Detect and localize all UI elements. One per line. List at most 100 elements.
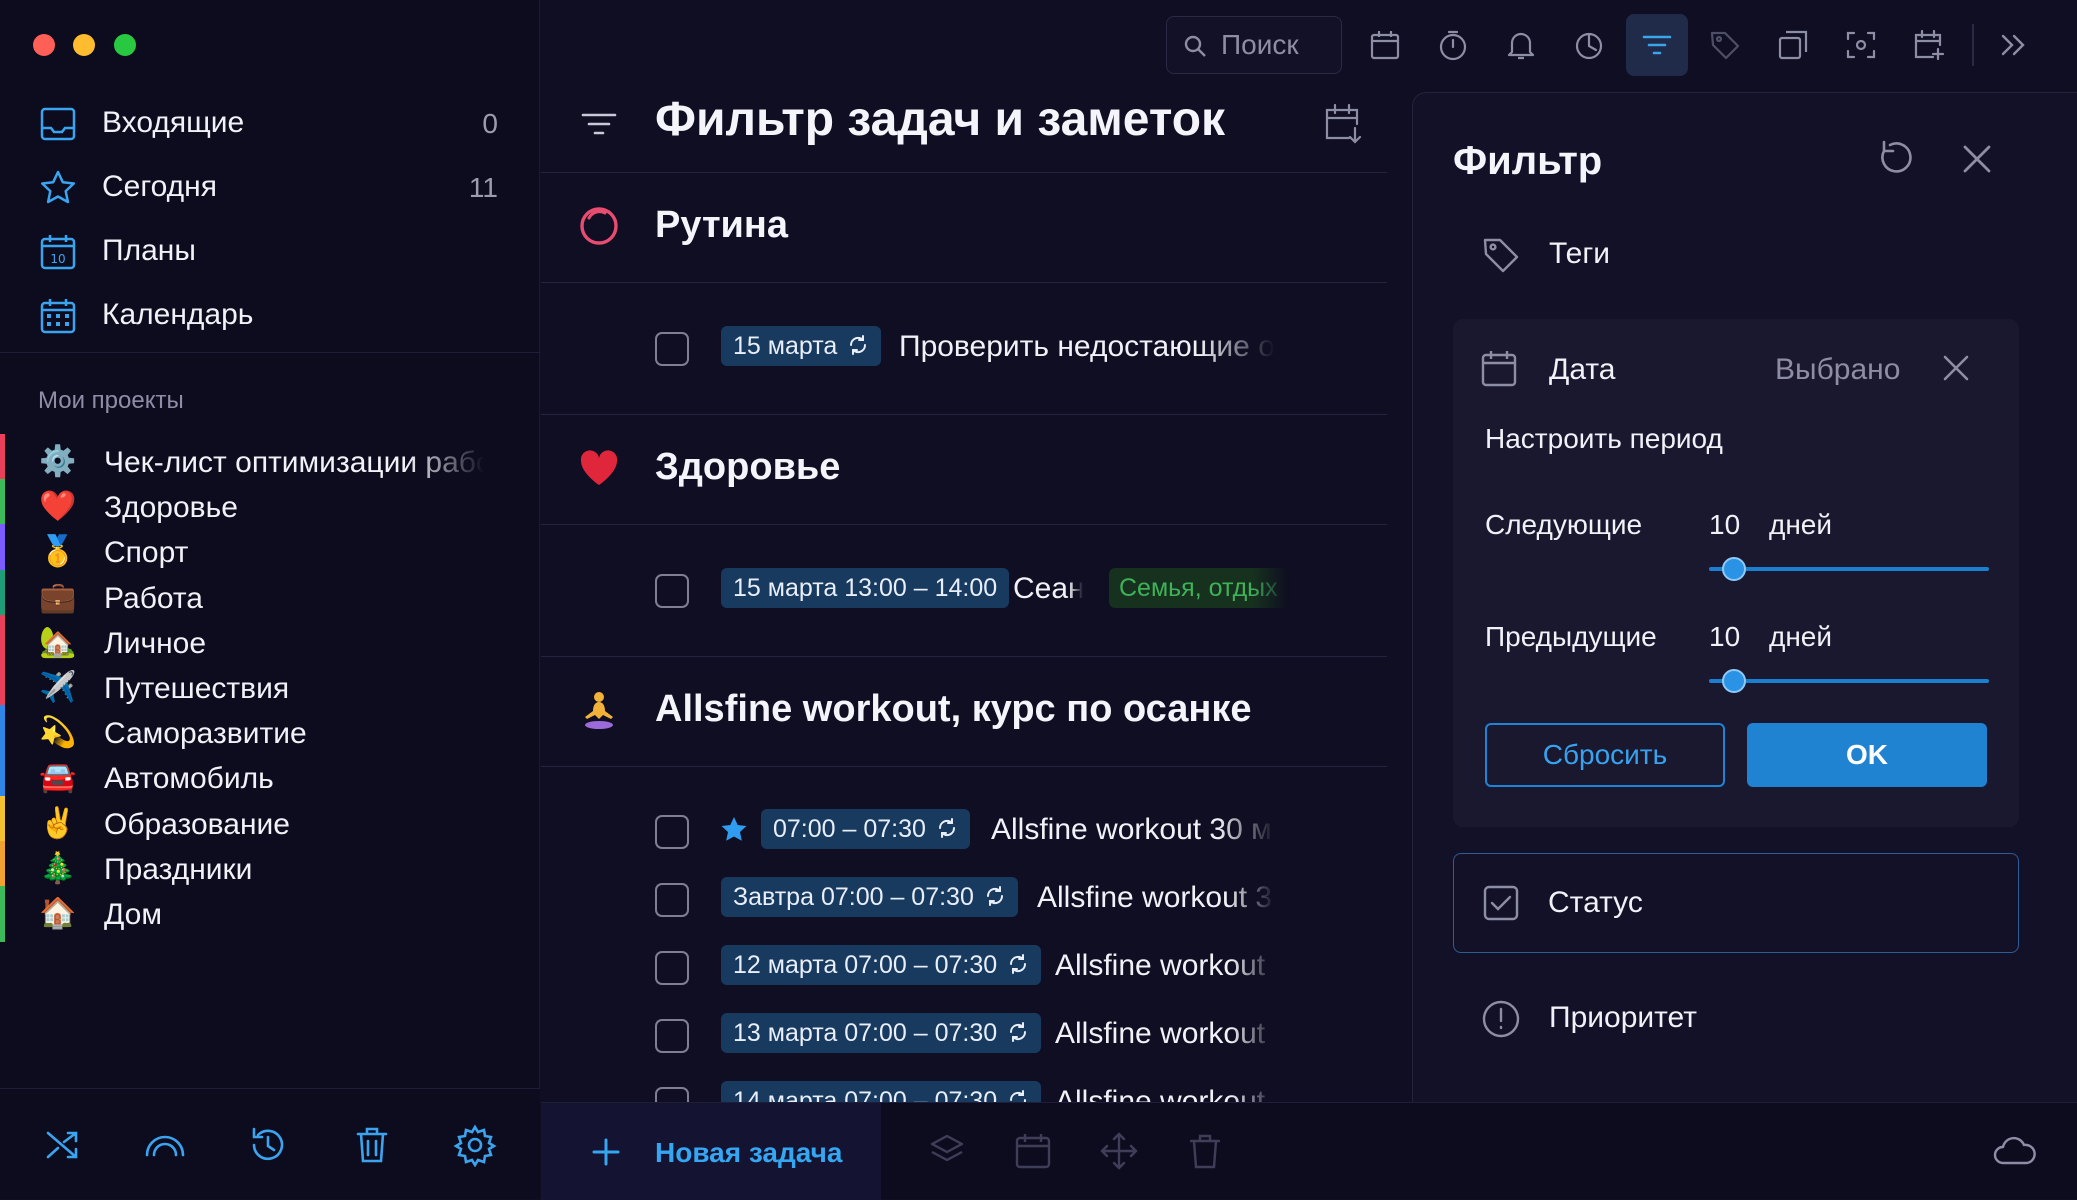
next-unit: дней bbox=[1769, 509, 1833, 540]
task-checkbox[interactable] bbox=[655, 815, 689, 849]
project-emoji-icon: 🏡 bbox=[39, 625, 77, 660]
task-checkbox[interactable] bbox=[655, 574, 689, 608]
ok-button[interactable]: OK bbox=[1747, 723, 1987, 787]
filter-row-priority[interactable]: Приоритет bbox=[1413, 979, 1993, 1055]
date-chip-label: 14 марта 07:00 – 07:30 bbox=[733, 1087, 998, 1102]
pomodoro-icon[interactable] bbox=[1558, 14, 1620, 76]
task-checkbox[interactable] bbox=[655, 332, 689, 366]
settings-icon[interactable] bbox=[453, 1123, 497, 1167]
close-filter-icon[interactable] bbox=[1959, 141, 1995, 177]
window-close-button[interactable] bbox=[33, 34, 55, 56]
export-icon[interactable] bbox=[1762, 14, 1824, 76]
task-row[interactable]: 15 марта Проверить недостающие о bbox=[541, 322, 1387, 378]
slider-thumb[interactable] bbox=[1722, 669, 1746, 693]
window-zoom-button[interactable] bbox=[114, 34, 136, 56]
task-row[interactable]: 07:00 – 07:30 Allsfine workout 30 м bbox=[541, 805, 1387, 861]
more-icon[interactable] bbox=[1982, 14, 2044, 76]
timer-icon[interactable] bbox=[1422, 14, 1484, 76]
toolbar-divider bbox=[1972, 24, 1974, 66]
date-chip[interactable]: 15 марта bbox=[721, 326, 882, 366]
svg-text:10: 10 bbox=[50, 252, 65, 266]
task-checkbox[interactable] bbox=[655, 951, 689, 985]
sidebar: Входящие 0 Сегодня 11 10 Планы Календарь… bbox=[0, 0, 540, 1199]
calendar-sort-icon[interactable] bbox=[1323, 102, 1363, 146]
group-divider bbox=[541, 282, 1387, 283]
nav-item-today[interactable]: Сегодня 11 bbox=[0, 156, 540, 220]
trash-icon[interactable] bbox=[1185, 1131, 1225, 1171]
task-title: Allsfine workout bbox=[1055, 1017, 1266, 1050]
date-chip[interactable]: Завтра 07:00 – 07:30 bbox=[721, 877, 1018, 917]
filter-panel: Фильтр Теги Дата Выбрано Настроить перио… bbox=[1412, 92, 2077, 1102]
prev-unit: дней bbox=[1769, 621, 1833, 652]
task-row[interactable]: 14 марта 07:00 – 07:30 Allsfine workout bbox=[541, 1077, 1387, 1102]
checkbox-icon bbox=[1482, 884, 1520, 922]
date-chip[interactable]: 14 марта 07:00 – 07:30 bbox=[721, 1081, 1042, 1102]
task-checkbox[interactable] bbox=[655, 1087, 689, 1102]
project-label: Чек-лист оптимизации работы bbox=[104, 446, 484, 479]
filter-row-tags[interactable]: Теги bbox=[1413, 215, 1993, 291]
project-label: Работа bbox=[104, 582, 203, 615]
nav-label: Сегодня bbox=[102, 170, 217, 203]
focus-icon[interactable] bbox=[1830, 14, 1892, 76]
project-emoji-icon: 🥇 bbox=[39, 534, 77, 569]
date-chip[interactable]: 13 марта 07:00 – 07:30 bbox=[721, 1013, 1042, 1053]
project-emoji-icon: 💫 bbox=[39, 715, 77, 750]
task-row[interactable]: Завтра 07:00 – 07:30 Allsfine workout 3 bbox=[541, 873, 1387, 929]
history-icon[interactable] bbox=[246, 1123, 290, 1167]
task-list-panel: Фильтр задач и заметок Рутина 15 марта П… bbox=[541, 0, 1387, 1102]
date-chip[interactable]: 15 марта 13:00 – 14:00 bbox=[721, 568, 1010, 608]
task-row[interactable]: 13 марта 07:00 – 07:30 Allsfine workout bbox=[541, 1009, 1387, 1065]
project-item[interactable]: 🏠 Дом bbox=[0, 886, 540, 942]
shuffle-icon[interactable] bbox=[40, 1123, 84, 1167]
routine-circle-icon bbox=[577, 204, 621, 248]
window-minimize-button[interactable] bbox=[73, 34, 95, 56]
filter-icon[interactable] bbox=[1626, 14, 1688, 76]
move-icon[interactable] bbox=[1099, 1131, 1139, 1171]
repeat-icon bbox=[1007, 1089, 1029, 1102]
add-calendar-icon[interactable] bbox=[1898, 14, 1960, 76]
clear-date-icon[interactable] bbox=[1941, 353, 1971, 383]
date-chip[interactable]: 07:00 – 07:30 bbox=[761, 809, 970, 849]
bell-icon[interactable] bbox=[1490, 14, 1552, 76]
task-title: Сеан bbox=[1013, 572, 1083, 605]
rainbow-icon[interactable] bbox=[143, 1123, 187, 1167]
filter-row-status[interactable]: Статус bbox=[1453, 853, 2019, 953]
nav-item-inbox[interactable]: Входящие 0 bbox=[0, 92, 540, 156]
next-days-slider[interactable] bbox=[1709, 555, 1989, 583]
bottom-action-bar: Новая задача bbox=[541, 1102, 2077, 1200]
task-checkbox[interactable] bbox=[655, 1019, 689, 1053]
project-label: Путешествия bbox=[104, 672, 290, 705]
filter-label: Теги bbox=[1549, 237, 1611, 270]
task-row[interactable]: 12 марта 07:00 – 07:30 Allsfine workout bbox=[541, 941, 1387, 997]
nav-item-calendar[interactable]: Календарь bbox=[0, 284, 540, 348]
repeat-icon bbox=[936, 817, 958, 839]
task-checkbox[interactable] bbox=[655, 883, 689, 917]
calendar-icon[interactable] bbox=[1013, 1131, 1053, 1171]
nav-count: 0 bbox=[482, 108, 498, 139]
project-label: Праздники bbox=[104, 853, 253, 886]
reset-filter-icon[interactable] bbox=[1875, 139, 1915, 179]
sidebar-divider bbox=[0, 352, 540, 353]
nav-item-plans[interactable]: 10 Планы bbox=[0, 220, 540, 284]
project-color-bar bbox=[0, 886, 5, 942]
sort-icon[interactable] bbox=[579, 106, 619, 146]
project-label: Автомобиль bbox=[104, 762, 274, 795]
cloud-icon[interactable] bbox=[1993, 1131, 2037, 1171]
date-filter-section: Дата Выбрано Настроить период Следующие … bbox=[1453, 319, 2019, 827]
reset-button[interactable]: Сбросить bbox=[1485, 723, 1725, 787]
trash-icon[interactable] bbox=[350, 1123, 394, 1167]
task-row[interactable]: 15 марта 13:00 – 14:00 Сеан Семья, отдых bbox=[541, 564, 1387, 620]
project-emoji-icon: ✌️ bbox=[39, 806, 77, 841]
filter-label: Приоритет bbox=[1549, 1001, 1697, 1034]
plus-icon bbox=[591, 1137, 621, 1167]
layers-icon[interactable] bbox=[927, 1131, 967, 1171]
tag-icon[interactable] bbox=[1694, 14, 1756, 76]
new-task-button[interactable]: Новая задача bbox=[541, 1103, 881, 1200]
date-chip[interactable]: 12 марта 07:00 – 07:30 bbox=[721, 945, 1042, 985]
slider-thumb[interactable] bbox=[1722, 557, 1746, 581]
repeat-icon bbox=[1007, 953, 1029, 975]
tag-chip[interactable]: Семья, отдых bbox=[1109, 568, 1289, 608]
prev-days-slider[interactable] bbox=[1709, 667, 1989, 695]
project-emoji-icon: ⚙️ bbox=[39, 444, 77, 479]
heart-icon bbox=[577, 446, 621, 490]
